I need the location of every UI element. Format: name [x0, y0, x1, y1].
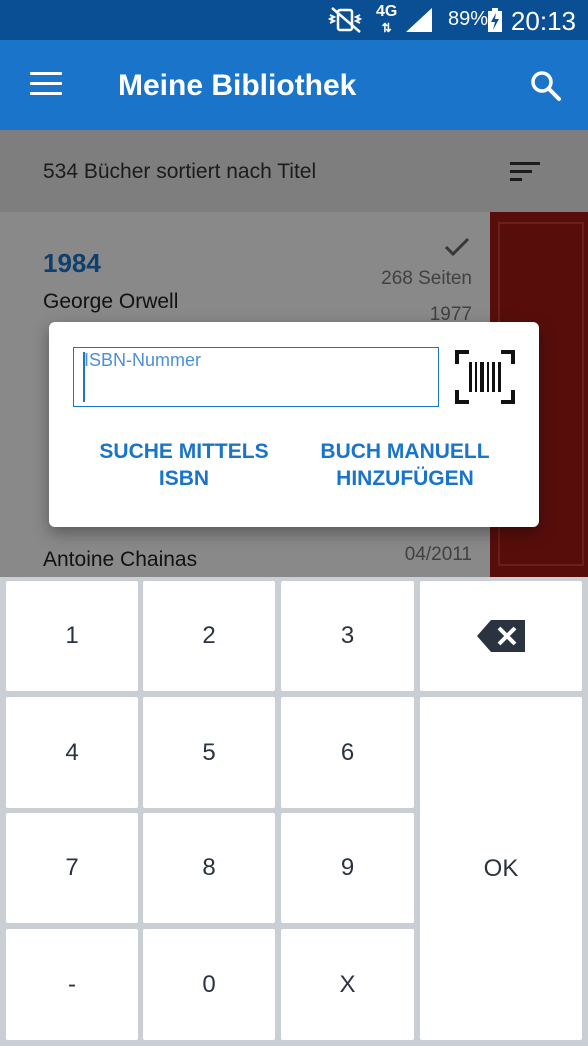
- text-cursor: [83, 352, 85, 402]
- key-3[interactable]: 3: [281, 581, 414, 691]
- key-dash[interactable]: -: [6, 929, 138, 1040]
- isbn-dialog: ISBN-Nummer SUCHE MITTELS ISBN BUCH MANU…: [49, 322, 539, 527]
- key-1[interactable]: 1: [6, 581, 138, 691]
- battery-charging-icon: [488, 8, 502, 32]
- search-icon[interactable]: [530, 70, 562, 102]
- barcode-scan-icon[interactable]: [455, 350, 515, 404]
- isbn-input[interactable]: ISBN-Nummer: [73, 347, 439, 407]
- backspace-key[interactable]: [420, 581, 582, 691]
- menu-icon[interactable]: [30, 72, 62, 96]
- vibrate-mute-icon: [327, 7, 363, 33]
- battery-percent: 89%: [447, 8, 488, 30]
- numeric-keyboard: 1 2 3 4 5 6 OK 7 8 9 - 0 X: [0, 577, 588, 1046]
- backspace-icon: [477, 620, 525, 652]
- key-9[interactable]: 9: [281, 813, 414, 923]
- search-by-isbn-button[interactable]: SUCHE MITTELS ISBN: [89, 438, 279, 492]
- add-book-manually-button[interactable]: BUCH MANUELL HINZUFÜGEN: [307, 438, 503, 492]
- key-x[interactable]: X: [281, 929, 414, 1040]
- key-2[interactable]: 2: [143, 581, 275, 691]
- key-4[interactable]: 4: [6, 697, 138, 808]
- page-title: Meine Bibliothek: [118, 69, 357, 102]
- isbn-placeholder: ISBN-Nummer: [84, 350, 202, 370]
- network-type: 4G ⇅: [376, 3, 398, 36]
- key-8[interactable]: 8: [143, 813, 275, 923]
- key-6[interactable]: 6: [281, 697, 414, 808]
- app-bar: Meine Bibliothek: [0, 40, 588, 130]
- key-0[interactable]: 0: [143, 929, 275, 1040]
- ok-key[interactable]: OK: [420, 697, 582, 1040]
- status-bar: 4G ⇅ 89% 20:13: [0, 0, 588, 40]
- key-5[interactable]: 5: [143, 697, 275, 808]
- clock: 20:13: [510, 6, 576, 36]
- signal-icon: [406, 8, 432, 32]
- key-7[interactable]: 7: [6, 813, 138, 923]
